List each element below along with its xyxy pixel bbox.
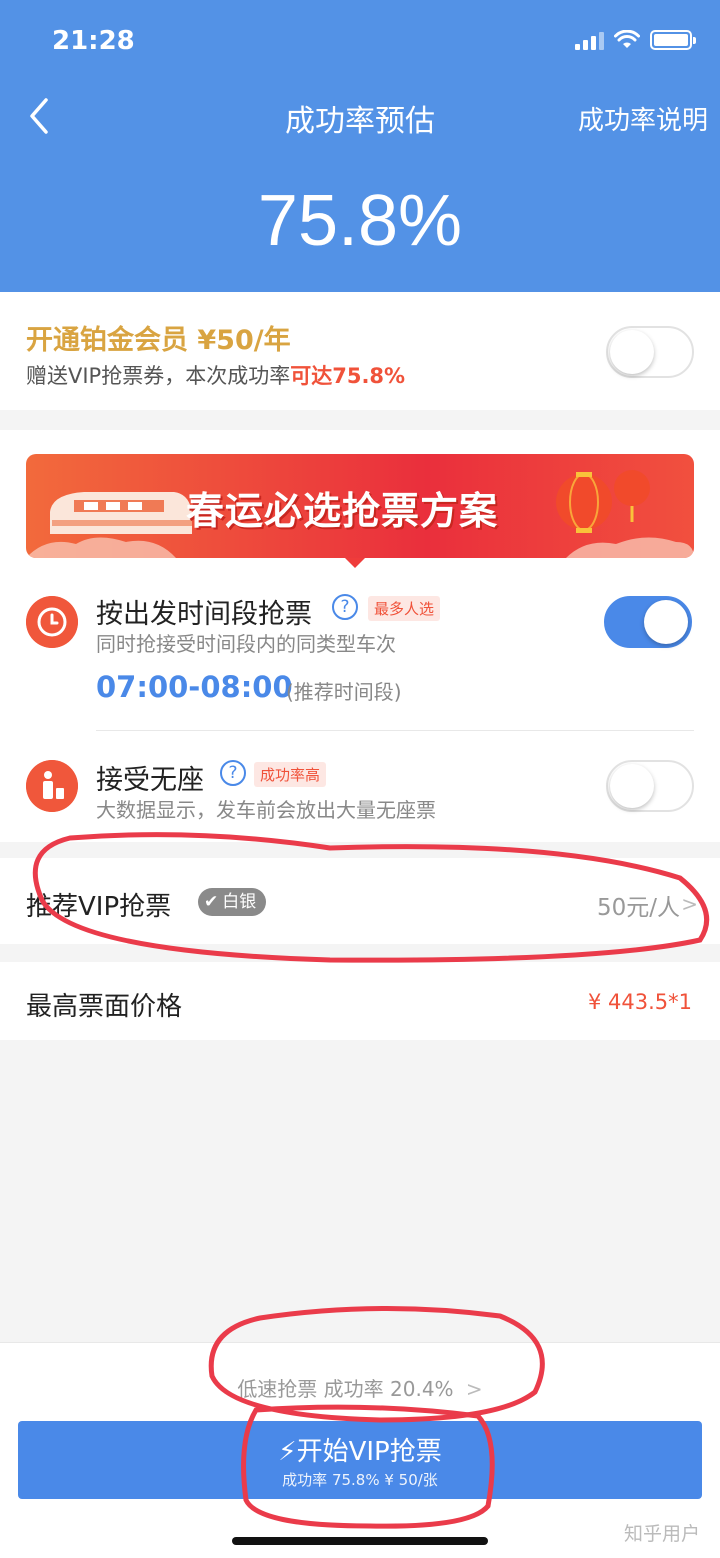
option-no-seat-toggle[interactable] [606, 760, 694, 812]
banner-text: 春运必选抢票方案 [186, 489, 499, 533]
clock-icon [26, 596, 78, 648]
divider [96, 730, 694, 731]
chevron-right-icon: > [465, 1377, 483, 1401]
time-range-note: (推荐时间段) [286, 680, 402, 704]
option-time-toggle[interactable] [604, 596, 692, 648]
start-vip-subtitle: 成功率 75.8% ¥ 50/张 [282, 1471, 438, 1489]
vip-promo-row: 开通铂金会员 ¥50/年 [0, 292, 720, 410]
toggle-knob [644, 600, 688, 644]
max-price-label: 最高票面价格 [26, 992, 183, 1022]
signal-icon [575, 32, 604, 50]
silver-badge-label: 白银 [222, 892, 257, 912]
time-range-value[interactable]: 07:00-08:00 [96, 670, 293, 704]
option-no-seat-title: 接受无座 [96, 765, 204, 796]
start-vip-text: 开始VIP抢票 [296, 1437, 442, 1467]
vip-promo-subtitle-text: 赠送VIP抢票券，本次成功率 [26, 364, 291, 388]
home-indicator [232, 1537, 488, 1545]
help-icon[interactable]: ? [332, 594, 358, 620]
vip-promo-subtitle: 赠送VIP抢票券，本次成功率可达75.8% [26, 360, 405, 390]
max-price-value: ¥ 443.5*1 [587, 990, 692, 1014]
status-icons [575, 30, 696, 50]
start-vip-button[interactable]: ⚡开始VIP抢票 成功率 75.8% ¥ 50/张 [18, 1421, 702, 1499]
help-icon[interactable]: ? [220, 760, 246, 786]
promo-banner[interactable]: 春运必选抢票方案 [26, 454, 694, 558]
option-no-seat-tag: 成功率高 [254, 762, 327, 787]
battery-icon [650, 30, 696, 50]
low-speed-text: 低速抢票 成功率 20.4% [237, 1377, 454, 1401]
lantern-icon [556, 470, 650, 533]
vip-promo-highlight: 可达75.8% [290, 364, 406, 388]
option-no-seat-subtitle: 大数据显示，发车前会放出大量无座票 [96, 798, 436, 822]
success-rate-info-link[interactable]: 成功率说明 [578, 100, 708, 137]
vip-promo-title: 开通铂金会员 ¥50/年 [26, 325, 291, 356]
chevron-right-icon: > [681, 892, 698, 916]
bottom-bar: 低速抢票 成功率 20.4% > ⚡开始VIP抢票 成功率 75.8% ¥ 50… [0, 1342, 720, 1558]
silver-badge: ✔ 白银 [198, 888, 267, 916]
vip-ticket-row[interactable]: 推荐VIP抢票 ✔ 白银 50元/人 > [0, 858, 720, 944]
max-price-row: 最高票面价格 ¥ 443.5*1 [0, 962, 720, 1040]
check-v-icon: ✔ [204, 892, 219, 912]
status-time: 21:28 [52, 26, 135, 56]
option-time-tag: 最多人选 [368, 596, 441, 621]
success-rate-value: 75.8% [257, 181, 463, 261]
toggle-knob [610, 330, 654, 374]
option-time-subtitle: 同时抢接受时间段内的同类型车次 [96, 632, 396, 656]
banner-pointer [345, 558, 365, 568]
header: 21:28 成功率预估 成功率说明 75.8% [0, 0, 720, 292]
vip-ticket-price: 50元/人 [596, 895, 680, 921]
lightning-icon: ⚡ [278, 1437, 297, 1467]
cloud-decoration [26, 537, 694, 558]
vip-promo-toggle[interactable] [606, 326, 694, 378]
watermark: 知乎用户 [623, 1523, 700, 1545]
option-time-title: 按出发时间段抢票 [96, 599, 312, 630]
toggle-knob [610, 764, 654, 808]
wifi-icon [614, 30, 640, 48]
start-vip-label: ⚡开始VIP抢票 [18, 1431, 702, 1468]
standing-person-icon [26, 760, 78, 812]
options-card: 春运必选抢票方案 按出发时间段抢票 ? 最多人选 同时抢接受时间段内的同类型车次… [0, 430, 720, 842]
vip-ticket-label: 推荐VIP抢票 [26, 892, 172, 922]
low-speed-link[interactable]: 低速抢票 成功率 20.4% > [0, 1373, 720, 1402]
